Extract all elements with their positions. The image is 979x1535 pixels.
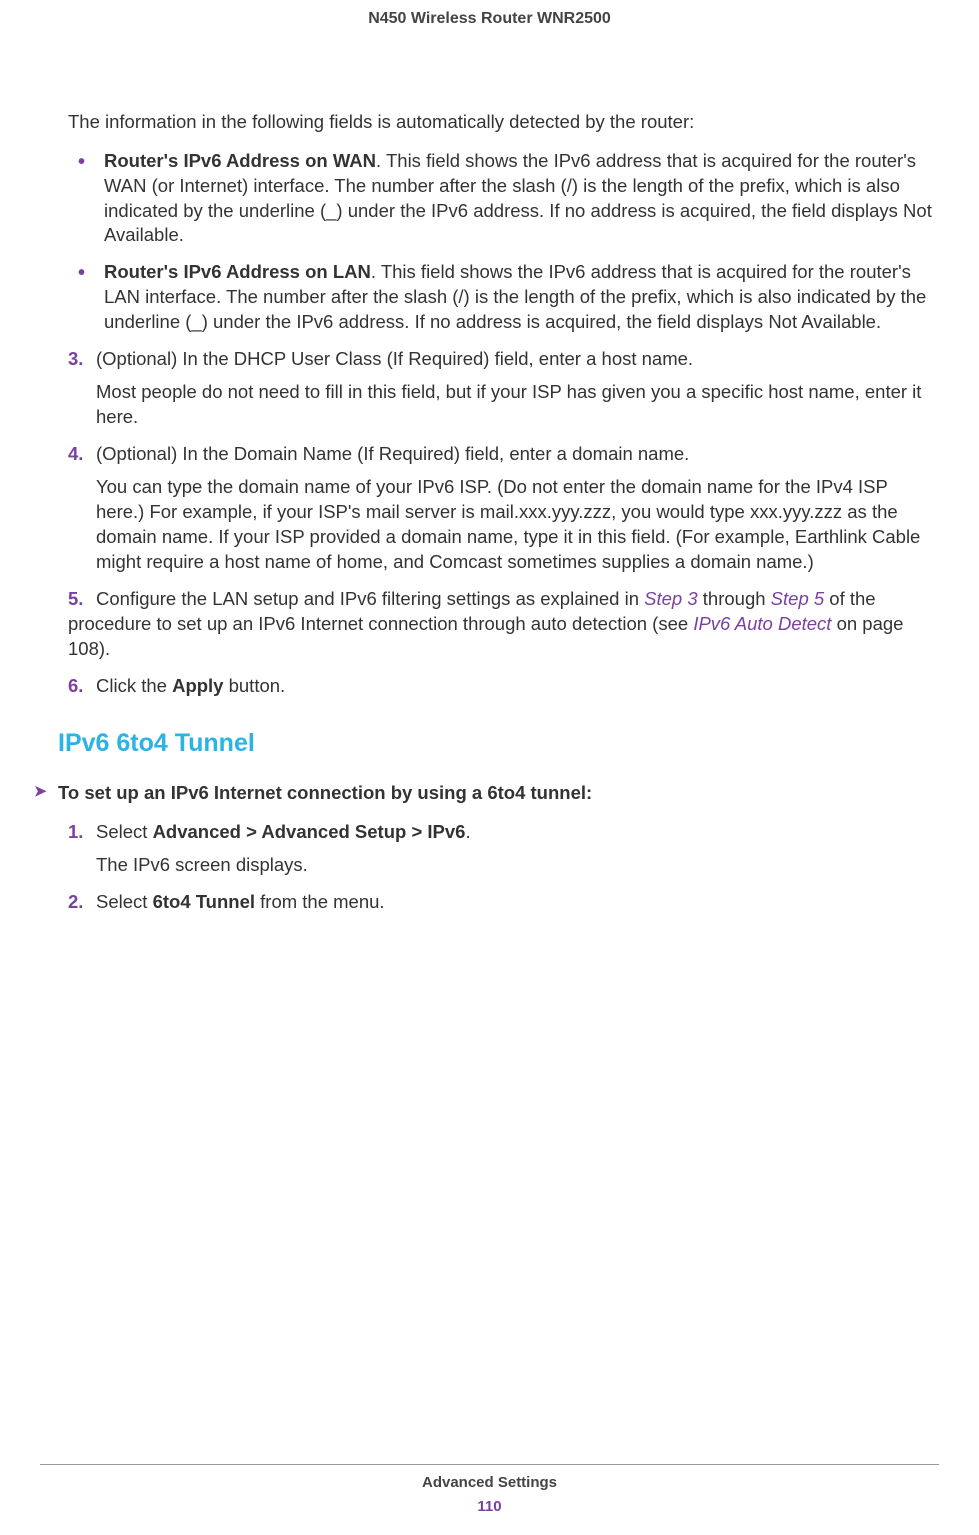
chevron-right-icon: ➤ [34,782,47,802]
bullet-list: Router's IPv6 Address on WAN. This field… [68,149,939,336]
step-number: 5. [68,587,96,612]
bullet-item-lan: Router's IPv6 Address on LAN. This field… [68,260,939,335]
intro-paragraph: The information in the following fields … [68,110,939,135]
link-step5[interactable]: Step 5 [771,588,825,609]
step-text-segment: through [698,588,771,609]
step-text-segment: Select [96,821,153,842]
link-ipv6-auto-detect[interactable]: IPv6 Auto Detect [693,613,831,634]
bullet-lead: Router's IPv6 Address on LAN [104,261,371,282]
step-follow: The IPv6 screen displays. [96,853,939,878]
page-footer: Advanced Settings 110 [0,1464,979,1518]
step-b1: 1.Select Advanced > Advanced Setup > IPv… [68,820,939,878]
step-b2: 2.Select 6to4 Tunnel from the menu. [68,890,939,915]
menu-option: 6to4 Tunnel [153,891,255,912]
step-number: 1. [68,820,96,845]
footer-section-name: Advanced Settings [0,1473,979,1493]
step-text-segment: from the menu. [255,891,385,912]
task-heading-text: To set up an IPv6 Internet connection by… [58,782,592,803]
step-4: 4.(Optional) In the Domain Name (If Requ… [68,442,939,575]
section-heading-ipv6-6to4: IPv6 6to4 Tunnel [58,727,939,761]
step-follow: Most people do not need to fill in this … [96,380,939,430]
document-header: N450 Wireless Router WNR2500 [40,8,939,30]
step-number: 2. [68,890,96,915]
footer-divider [40,1464,939,1465]
step-text-segment: Configure the LAN setup and IPv6 filteri… [96,588,644,609]
footer-page-number: 110 [0,1497,979,1517]
step-number: 4. [68,442,96,467]
bullet-lead: Router's IPv6 Address on WAN [104,150,376,171]
link-step3[interactable]: Step 3 [644,588,698,609]
bullet-item-wan: Router's IPv6 Address on WAN. This field… [68,149,939,249]
step-number: 6. [68,674,96,699]
step-text: (Optional) In the Domain Name (If Requir… [96,443,689,464]
step-text-segment: Select [96,891,153,912]
content-body: The information in the following fields … [40,110,939,915]
step-follow: You can type the domain name of your IPv… [96,475,939,575]
task-heading: ➤ To set up an IPv6 Internet connection … [58,781,939,806]
step-3: 3.(Optional) In the DHCP User Class (If … [68,347,939,430]
step-5: 5.Configure the LAN setup and IPv6 filte… [68,587,939,662]
step-text-segment: button. [223,675,285,696]
nav-path: Advanced > Advanced Setup > IPv6 [153,821,466,842]
page: N450 Wireless Router WNR2500 The informa… [0,0,979,1535]
step-number: 3. [68,347,96,372]
step-6: 6.Click the Apply button. [68,674,939,699]
apply-label: Apply [172,675,223,696]
step-text-segment: . [465,821,470,842]
step-text: (Optional) In the DHCP User Class (If Re… [96,348,693,369]
step-text-segment: Click the [96,675,172,696]
